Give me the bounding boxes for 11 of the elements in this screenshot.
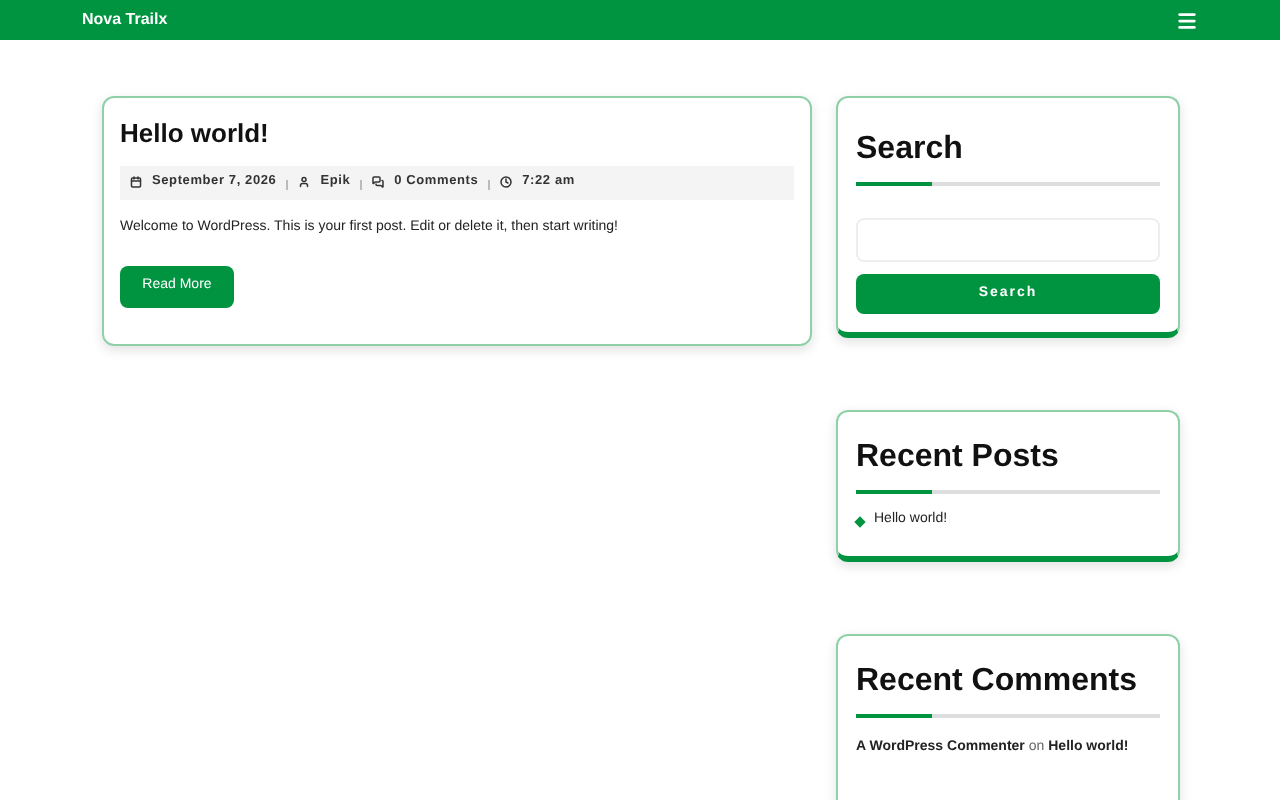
widget-title: Search — [856, 130, 965, 170]
widget-title: Recent Posts — [856, 438, 1061, 479]
calendar-icon — [130, 176, 142, 188]
post-title[interactable]: Hello world! — [120, 114, 794, 153]
speech-bubbles-icon — [372, 176, 385, 188]
menu-icon[interactable] — [1176, 9, 1198, 31]
clock-icon — [500, 176, 513, 188]
bullet-icon — [854, 515, 866, 527]
user-icon — [298, 176, 311, 188]
site-title[interactable]: Nova Trailx — [82, 8, 168, 32]
widget-title: Recent Comments — [856, 661, 1139, 702]
